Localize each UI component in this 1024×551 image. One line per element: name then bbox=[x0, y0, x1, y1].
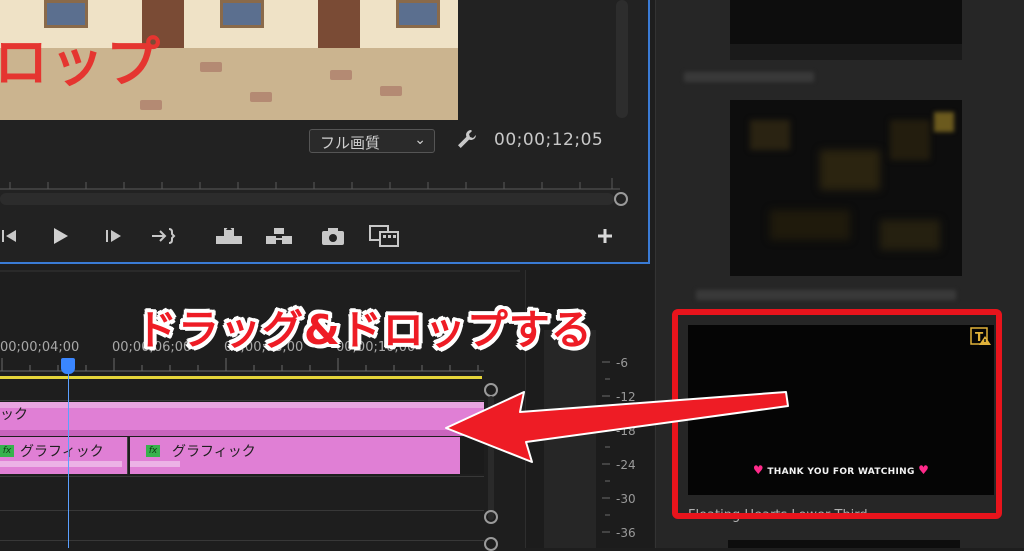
clip-label: ック bbox=[0, 407, 28, 423]
fx-badge: fx bbox=[0, 445, 14, 457]
video-door bbox=[318, 0, 360, 48]
timeline-vertical-handle[interactable] bbox=[484, 510, 498, 524]
timeline-time-label: 00;00;04;00 bbox=[0, 340, 80, 355]
clip-highlight bbox=[0, 402, 484, 408]
video-window bbox=[396, 0, 440, 28]
step-forward-icon[interactable] bbox=[102, 224, 128, 248]
wrench-icon[interactable] bbox=[456, 128, 478, 150]
track-divider bbox=[0, 540, 484, 541]
monitor-time-ruler[interactable] bbox=[0, 178, 620, 190]
drag-drop-instruction: ドラッグ&ドロップする bbox=[136, 306, 593, 354]
timeline-clip-v1[interactable]: fx グラフィック bbox=[0, 437, 128, 474]
video-brick bbox=[140, 100, 162, 110]
play-icon[interactable] bbox=[48, 224, 74, 248]
template-thumbnail[interactable] bbox=[730, 100, 962, 276]
work-area-bar[interactable] bbox=[0, 376, 482, 379]
add-icon[interactable] bbox=[592, 224, 618, 248]
clip-label: グラフィック bbox=[20, 444, 104, 460]
video-brick bbox=[380, 86, 402, 96]
playhead-line bbox=[68, 372, 69, 548]
compare-icon[interactable] bbox=[368, 224, 400, 248]
playback-resolution-select[interactable]: フル画質 ⌄ bbox=[309, 129, 435, 153]
db-label: -30 bbox=[616, 492, 636, 506]
track-divider bbox=[0, 510, 484, 511]
monitor-zoom-scrollbar[interactable] bbox=[0, 193, 614, 205]
go-to-out-icon[interactable] bbox=[150, 224, 176, 248]
track-divider bbox=[0, 400, 484, 401]
template-thumbnail[interactable] bbox=[728, 540, 960, 548]
video-brick bbox=[330, 70, 352, 80]
clip-strip bbox=[130, 461, 180, 467]
template-name-blurred bbox=[684, 72, 814, 82]
playback-resolution-value: フル画質 bbox=[320, 134, 381, 152]
timeline-clip-v1[interactable]: fx グラフィック bbox=[130, 437, 460, 474]
step-back-icon[interactable] bbox=[0, 224, 26, 248]
camera-icon[interactable] bbox=[320, 224, 346, 248]
clip-shade bbox=[0, 430, 484, 436]
playhead-marker[interactable] bbox=[61, 358, 75, 374]
template-thumbnail[interactable] bbox=[730, 0, 962, 60]
panel-divider bbox=[0, 270, 520, 272]
fx-badge: fx bbox=[146, 445, 160, 457]
clip-label: グラフィック bbox=[172, 444, 256, 460]
clip-strip bbox=[0, 461, 122, 467]
drag-arrow bbox=[445, 391, 789, 463]
video-brick bbox=[250, 92, 272, 102]
playhead-timecode[interactable]: 00;00;12;05 bbox=[494, 130, 603, 150]
monitor-zoom-handle[interactable] bbox=[614, 192, 628, 206]
db-label: -36 bbox=[616, 526, 636, 540]
track-divider bbox=[0, 476, 484, 477]
timeline-vertical-handle[interactable] bbox=[484, 537, 498, 551]
template-name-blurred bbox=[696, 290, 956, 300]
db-label: -6 bbox=[616, 356, 628, 370]
video-window bbox=[220, 0, 264, 28]
extract-icon[interactable] bbox=[264, 224, 294, 248]
timeline-clip-v2[interactable] bbox=[0, 402, 484, 436]
chevron-down-icon: ⌄ bbox=[414, 132, 426, 148]
video-brick bbox=[200, 62, 222, 72]
video-overlay-text: ロップ bbox=[0, 31, 162, 94]
monitor-scrollbar[interactable] bbox=[616, 0, 628, 118]
program-video-frame: ロップ bbox=[0, 0, 458, 120]
lift-icon[interactable] bbox=[214, 224, 244, 248]
